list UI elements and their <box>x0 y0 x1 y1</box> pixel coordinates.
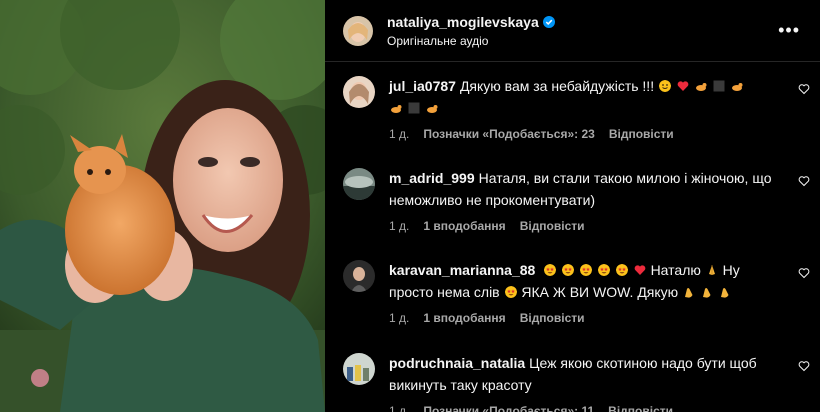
black-square-emoji <box>408 102 420 114</box>
comment-likes[interactable]: 1 вподобання <box>423 311 505 325</box>
clapping-hands-emoji <box>702 288 711 298</box>
smiling-face-emoji <box>658 80 671 92</box>
clapping-hands-emoji <box>720 288 729 298</box>
reply-button[interactable]: Відповісти <box>520 219 585 233</box>
comment-likes[interactable]: 1 вподобання <box>423 219 505 233</box>
commenter-avatar-image <box>343 260 375 292</box>
commenter-avatar-image <box>343 76 375 108</box>
black-square-emoji <box>713 80 725 92</box>
comment-time[interactable]: 1 д. <box>389 311 409 325</box>
star-struck-emoji <box>615 264 628 276</box>
commenter-avatar[interactable] <box>343 353 375 385</box>
heart-outline-icon[interactable] <box>798 360 810 372</box>
audio-link[interactable]: Оригінальне аудіо <box>387 34 555 48</box>
post-dialog: nataliya_mogilevskaya Оригінальне аудіо … <box>0 0 820 412</box>
star-struck-emoji <box>544 264 557 276</box>
comment-likes[interactable]: Позначки «Подобається»: 11 <box>423 404 594 412</box>
author-avatar-image <box>343 15 373 46</box>
comment-text: m_adrid_999 Наталя, ви стали такою милою … <box>389 167 780 211</box>
praying-hands-emoji <box>708 265 715 275</box>
cat-emoji <box>731 83 743 91</box>
comment-item: karavan_marianna_88 Наталю Ну просто нем… <box>325 259 820 325</box>
comment-time[interactable]: 1 д. <box>389 127 409 141</box>
star-struck-emoji <box>580 264 592 276</box>
cat-emoji <box>695 83 707 91</box>
commenter-username[interactable]: jul_ia0787 <box>389 78 456 94</box>
more-options-icon[interactable]: ••• <box>774 18 804 43</box>
comment-body: ЯКА Ж ВИ WOW. Дякую <box>521 284 679 300</box>
commenter-avatar-image <box>343 353 375 385</box>
comment-text: karavan_marianna_88 Наталю Ну просто нем… <box>389 259 780 303</box>
comment-time[interactable]: 1 д. <box>389 219 409 233</box>
heart-outline-icon[interactable] <box>798 83 810 95</box>
verified-badge-icon <box>542 15 555 28</box>
star-struck-emoji <box>562 264 575 276</box>
star-struck-emoji <box>597 264 610 276</box>
comment-likes[interactable]: Позначки «Подобається»: 23 <box>423 127 594 141</box>
commenter-avatar-image <box>343 168 375 200</box>
comment-text: jul_ia0787 Дякую вам за небайдужість !!! <box>389 75 780 119</box>
commenter-avatar[interactable] <box>343 260 375 292</box>
author-username[interactable]: nataliya_mogilevskaya <box>387 14 539 30</box>
cat-emoji <box>391 105 402 113</box>
comment-item: m_adrid_999 Наталя, ви стали такою милою … <box>325 167 820 233</box>
red-heart-emoji <box>634 265 646 275</box>
heart-outline-icon[interactable] <box>798 175 810 187</box>
author-avatar[interactable] <box>343 15 373 46</box>
comment-body: Дякую вам за небайдужість !!! <box>459 78 655 94</box>
comment-meta: 1 д. Позначки «Подобається»: 23 Відповіс… <box>389 127 780 141</box>
commenter-username[interactable]: m_adrid_999 <box>389 170 475 186</box>
comment-item: jul_ia0787 Дякую вам за небайдужість !!! … <box>325 75 820 141</box>
commenter-username[interactable]: podruchnaia_natalia <box>389 355 525 371</box>
star-struck-emoji <box>504 286 517 298</box>
comments-panel: nataliya_mogilevskaya Оригінальне аудіо … <box>325 0 820 412</box>
commenter-avatar[interactable] <box>343 76 375 108</box>
reply-button[interactable]: Відповісти <box>609 127 674 141</box>
red-heart-emoji <box>677 81 689 91</box>
commenter-avatar[interactable] <box>343 168 375 200</box>
heart-outline-icon[interactable] <box>798 267 810 279</box>
comment-text: podruchnaia_natalia Цеж якою скотиною над… <box>389 352 780 396</box>
post-photo <box>0 0 325 412</box>
post-image[interactable] <box>0 0 325 412</box>
reply-button[interactable]: Відповісти <box>608 404 673 412</box>
comment-body: Наталю <box>650 262 701 278</box>
clapping-hands-emoji <box>685 288 693 298</box>
comment-time[interactable]: 1 д. <box>389 404 409 412</box>
comment-meta: 1 д. 1 вподобання Відповісти <box>389 219 780 233</box>
comment-item: podruchnaia_natalia Цеж якою скотиною над… <box>325 352 820 412</box>
commenter-username[interactable]: karavan_marianna_88 <box>389 262 535 278</box>
comment-meta: 1 д. 1 вподобання Відповісти <box>389 311 780 325</box>
reply-button[interactable]: Відповісти <box>520 311 585 325</box>
post-header: nataliya_mogilevskaya Оригінальне аудіо … <box>325 0 820 62</box>
cat-emoji <box>426 105 438 113</box>
comment-list: jul_ia0787 Дякую вам за небайдужість !!! … <box>325 62 820 412</box>
comment-meta: 1 д. Позначки «Подобається»: 11 Відповіс… <box>389 404 780 412</box>
